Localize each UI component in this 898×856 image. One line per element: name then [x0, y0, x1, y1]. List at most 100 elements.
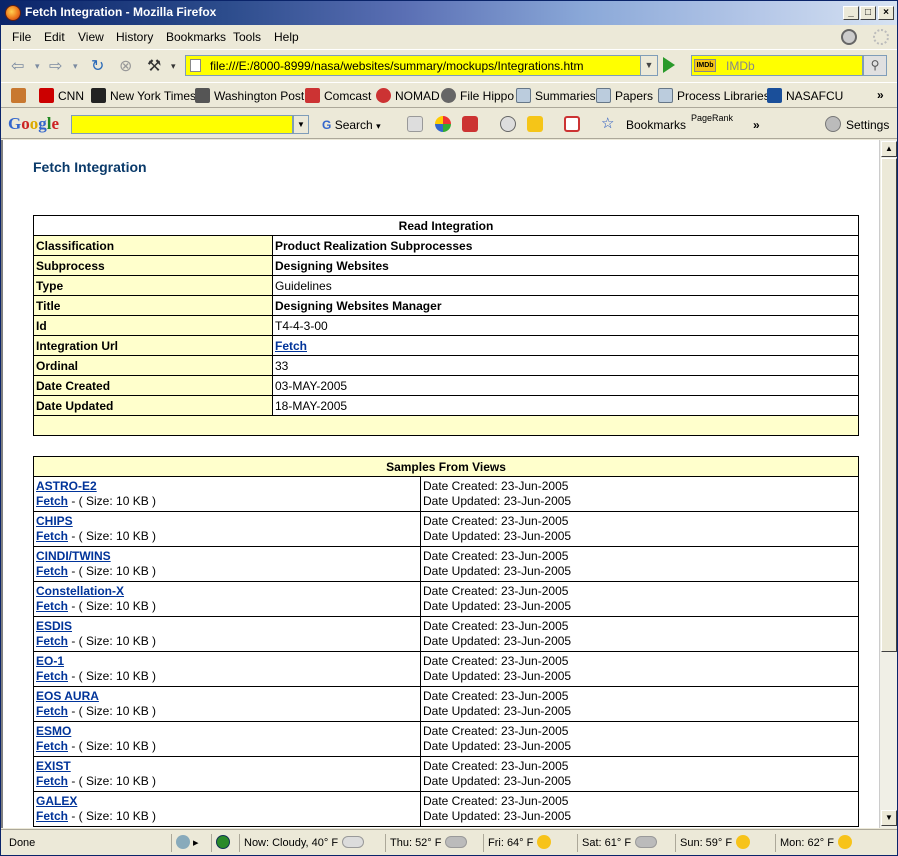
bookmark-cnn[interactable]: CNN: [39, 88, 84, 103]
scroll-up-icon[interactable]: ▲: [881, 141, 897, 157]
back-icon[interactable]: ⇦: [11, 56, 24, 76]
sample-name-link[interactable]: ESDIS: [36, 619, 72, 633]
sample-name-link[interactable]: EO-1: [36, 654, 64, 668]
sample-name-link[interactable]: CHIPS: [36, 514, 73, 528]
browser-window: Fetch Integration - Mozilla Firefox _ □ …: [0, 0, 898, 856]
close-button[interactable]: ×: [878, 6, 894, 20]
green-globe-icon[interactable]: [211, 834, 237, 852]
menu-tools[interactable]: Tools: [233, 30, 261, 44]
menu-edit[interactable]: Edit: [44, 30, 65, 44]
extension-status-icon[interactable]: ▸: [171, 834, 207, 852]
home-icon[interactable]: [11, 88, 30, 103]
sample-dates-cell: Date Created: 23-Jun-2005 Date Updated: 2…: [420, 721, 859, 757]
sample-fetch-link[interactable]: Fetch: [36, 739, 68, 753]
sample-fetch-link[interactable]: Fetch: [36, 529, 68, 543]
bookmark-new-york-times[interactable]: New York Times: [91, 88, 196, 103]
minimize-button[interactable]: _: [843, 6, 859, 20]
google-bookmarks-button[interactable]: Bookmarks: [626, 118, 686, 132]
bookmark-nasafcu[interactable]: NASAFCU: [767, 88, 843, 103]
star-icon[interactable]: ☆: [601, 114, 614, 132]
bookmark-comcast[interactable]: Comcast: [305, 88, 371, 103]
menu-bookmarks[interactable]: Bookmarks: [166, 30, 226, 44]
sample-fetch-link[interactable]: Fetch: [36, 669, 68, 683]
table-row: Ordinal 33: [33, 355, 859, 376]
google-search-dropdown-icon[interactable]: ▼: [293, 115, 309, 134]
sample-fetch-link[interactable]: Fetch: [36, 774, 68, 788]
integration-url-link[interactable]: Fetch: [275, 339, 307, 353]
forward-dropdown-icon[interactable]: ▾: [73, 61, 78, 72]
sample-fetch-link[interactable]: Fetch: [36, 494, 68, 508]
page-icon: [190, 59, 201, 72]
go-arrow-icon[interactable]: [663, 57, 675, 73]
bookmark-nomad[interactable]: NOMAD: [376, 88, 440, 103]
rain-cloud-icon: [635, 836, 658, 848]
sample-name-link[interactable]: CINDI/TWINS: [36, 549, 111, 563]
weather-mon[interactable]: Mon: 62° F: [775, 834, 893, 852]
back-dropdown-icon[interactable]: ▾: [35, 61, 40, 72]
sample-fetch-link[interactable]: Fetch: [36, 634, 68, 648]
bookmarks-overflow-button[interactable]: »: [877, 88, 884, 102]
address-bar[interactable]: file:///E:/8000-8999/nasa/websites/summa…: [185, 55, 641, 76]
sample-name-link[interactable]: EOS AURA: [36, 689, 99, 703]
bookmark-file-hippo[interactable]: File Hippo: [441, 88, 514, 103]
sample-name-link[interactable]: ESMO: [36, 724, 71, 738]
menu-history[interactable]: History: [116, 30, 153, 44]
sample-name-link[interactable]: GALEX: [36, 794, 77, 808]
forward-icon[interactable]: ⇨: [49, 56, 62, 76]
weather-thu[interactable]: Thu: 52° F: [385, 834, 481, 852]
weather-fri[interactable]: Fri: 64° F: [483, 834, 575, 852]
google-toolbar-overflow-button[interactable]: »: [753, 118, 760, 132]
table-row: EOS AURA Fetch - ( Size: 10 KB ) Date Crea…: [33, 686, 859, 722]
bookmark-washington-post[interactable]: Washington Post: [195, 88, 304, 103]
menu-help[interactable]: Help: [274, 30, 299, 44]
weather-now[interactable]: Now: Cloudy, 40° F: [239, 834, 381, 852]
field-label: Title: [33, 295, 273, 316]
field-value: Designing Websites Manager: [272, 295, 859, 316]
magnifier-tool-icon[interactable]: [500, 116, 516, 132]
bookmark-papers[interactable]: Papers: [596, 88, 653, 103]
field-label: Type: [33, 275, 273, 296]
sample-fetch-link[interactable]: Fetch: [36, 599, 68, 613]
vertical-scrollbar[interactable]: ▲ ▼: [879, 140, 897, 828]
tools-icon[interactable]: ⚒: [147, 56, 161, 76]
sample-fetch-link[interactable]: Fetch: [36, 564, 68, 578]
bookmark-label: Process Libraries: [677, 89, 770, 103]
sample-name-link[interactable]: Constellation-X: [36, 584, 124, 598]
google-search-input[interactable]: [71, 115, 293, 134]
menu-file[interactable]: File: [12, 30, 31, 44]
gmail-icon[interactable]: [564, 116, 580, 132]
picasa-icon[interactable]: [435, 116, 451, 132]
magnifier-icon[interactable]: ⚲: [863, 55, 887, 76]
tools-dropdown-icon[interactable]: ▾: [171, 61, 176, 72]
sample-fetch-link[interactable]: Fetch: [36, 809, 68, 823]
scroll-down-icon[interactable]: ▼: [881, 810, 897, 826]
weather-label: Now: Cloudy, 40° F: [244, 837, 339, 849]
sample-name-link[interactable]: ASTRO-E2: [36, 479, 97, 493]
table-row: Id T4-4-3-00: [33, 315, 859, 336]
maximize-button[interactable]: □: [860, 6, 876, 20]
google-settings-button[interactable]: Settings: [846, 118, 889, 132]
address-history-dropdown-icon[interactable]: ▼: [640, 55, 658, 76]
bookmark-label: CNN: [58, 89, 84, 103]
imdb-icon[interactable]: IMDb: [694, 59, 716, 72]
nomad-icon: [376, 88, 391, 103]
bookmark-process-libraries[interactable]: Process Libraries: [658, 88, 770, 103]
table-row: ASTRO-E2 Fetch - ( Size: 10 KB ) Date Crea…: [33, 476, 859, 512]
weather-sat[interactable]: Sat: 61° F: [577, 834, 673, 852]
settings-gear-icon[interactable]: [825, 116, 841, 132]
menu-view[interactable]: View: [78, 30, 104, 44]
bookmark-summaries[interactable]: Summaries: [516, 88, 596, 103]
weather-sun[interactable]: Sun: 59° F: [675, 834, 773, 852]
sample-fetch-link[interactable]: Fetch: [36, 704, 68, 718]
scroll-thumb[interactable]: [881, 158, 897, 652]
field-label: Id: [33, 315, 273, 336]
sample-name-link[interactable]: EXIST: [36, 759, 71, 773]
puzzle-icon[interactable]: [527, 116, 543, 132]
youtube-icon[interactable]: [462, 116, 478, 132]
reload-icon[interactable]: ↻: [91, 56, 104, 76]
news-icon[interactable]: [407, 116, 423, 132]
google-search-button[interactable]: G Search ▾: [322, 118, 381, 132]
google-logo[interactable]: Google: [8, 114, 59, 134]
stop-icon[interactable]: ⊗: [119, 56, 132, 76]
search-input[interactable]: IMDb IMDb: [691, 55, 863, 76]
